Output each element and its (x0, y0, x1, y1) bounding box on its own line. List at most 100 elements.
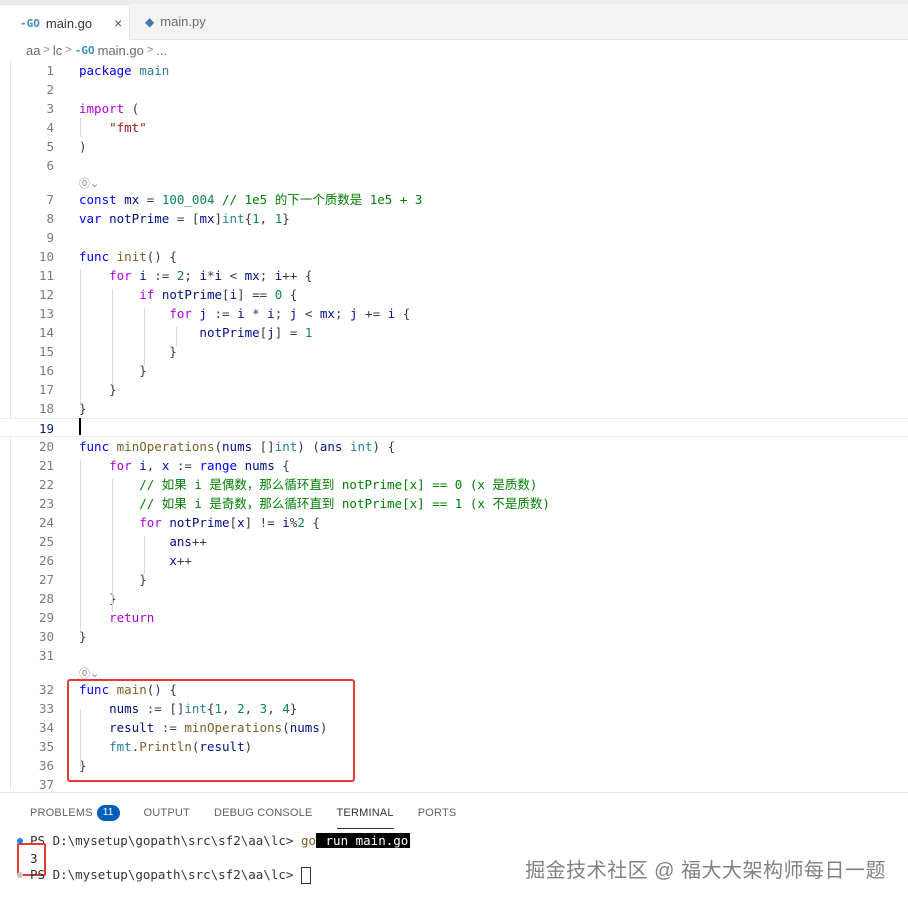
line-number: 29 (38, 610, 54, 625)
code-line[interactable]: 1 package main (0, 61, 908, 80)
line-number: 20 (38, 439, 54, 454)
code-line[interactable]: 8 var notPrime = [mx]int{1, 1} (0, 209, 908, 228)
code-line[interactable]: 29 return (0, 608, 908, 627)
code-text: // 如果 i 是奇数，那么循环直到 notPrime[x] == 1 (x 不… (139, 496, 550, 511)
code-text: package main (79, 63, 170, 78)
code-line[interactable]: 18} (0, 399, 908, 418)
line-number: 12 (38, 287, 54, 302)
code-line[interactable]: 9 (0, 228, 908, 247)
breadcrumb-item-symbol[interactable]: ... (156, 43, 167, 58)
line-number: 19 (38, 421, 54, 436)
watermark: 掘金技术社区 @ 福大大架构师每日一题 (525, 860, 886, 882)
breadcrumb-item-file[interactable]: main.go (98, 43, 144, 58)
code-line[interactable]: 3 import ( (0, 99, 908, 118)
line-number: 26 (38, 553, 54, 568)
indent-guide (80, 460, 81, 631)
indent-guide (176, 327, 177, 346)
terminal-command-args: run main.go (316, 833, 411, 848)
code-text: func init() { (79, 249, 177, 264)
code-text: const mx = 100_004 // 1e5 的下一个质数是 1e5 + … (79, 192, 423, 207)
line-number: 11 (38, 268, 54, 283)
code-line[interactable]: 22 // 如果 i 是偶数，那么循环直到 notPrime[x] == 0 (… (0, 475, 908, 494)
tab-main-go[interactable]: -GO main.go × (0, 4, 130, 41)
line-number: 5 (46, 139, 54, 154)
close-icon[interactable]: × (114, 15, 122, 31)
editor-tabs: -GO main.go × ◆ main.py (0, 4, 908, 41)
code-line[interactable]: 6 (0, 156, 908, 175)
tab-label: main.py (160, 14, 206, 29)
code-line[interactable]: 7 const mx = 100_004 // 1e5 的下一个质数是 1e5 +… (0, 190, 908, 209)
code-line[interactable]: 27 } (0, 570, 908, 589)
line-number: 34 (38, 720, 54, 735)
code-line[interactable]: 21 for i, x := range nums { (0, 456, 908, 475)
indent-guide (144, 308, 145, 365)
code-line[interactable]: 12 if notPrime[i] == 0 { (0, 285, 908, 304)
code-line[interactable]: 30} (0, 627, 908, 646)
bottom-panel: PROBLEMS 11 OUTPUT DEBUG CONSOLE TERMINA… (0, 792, 908, 904)
code-line[interactable]: 17 } (0, 380, 908, 399)
code-line[interactable]: 5) (0, 137, 908, 156)
line-number: 36 (38, 758, 54, 773)
tab-label: DEBUG CONSOLE (213, 807, 313, 819)
line-number: 27 (38, 572, 54, 587)
code-line[interactable]: 11 for i := 2; i*i < mx; i++ { (0, 266, 908, 285)
tab-label: PROBLEMS (30, 807, 93, 819)
indent-guide (80, 118, 81, 137)
line-number: 18 (38, 401, 54, 416)
code-text: } (79, 591, 117, 606)
go-file-icon: -GO (20, 16, 40, 30)
line-number: 10 (38, 249, 54, 264)
line-number: 8 (46, 211, 54, 226)
line-number: 30 (38, 629, 54, 644)
terminal-command-go: go (300, 833, 316, 848)
line-number: 2 (46, 82, 54, 97)
code-text: "fmt" (109, 120, 147, 135)
code-text: for notPrime[x] != i%2 { (139, 515, 320, 530)
indent-guide (112, 289, 113, 384)
code-line[interactable]: 25 ans++ (0, 532, 908, 551)
code-text: ) (79, 139, 87, 154)
chevron-right-icon: > (146, 44, 154, 56)
line-number: 23 (38, 496, 54, 511)
line-number: 31 (38, 648, 54, 663)
code-line[interactable]: 24 for notPrime[x] != i%2 { (0, 513, 908, 532)
line-number: 17 (38, 382, 54, 397)
tab-label: TERMINAL (336, 807, 394, 819)
line-number: 22 (38, 477, 54, 492)
chevron-right-icon: > (65, 44, 72, 56)
tab-problems[interactable]: PROBLEMS 11 (30, 803, 120, 823)
breadcrumb-item-lc[interactable]: lc (53, 43, 62, 58)
code-line[interactable]: 20 func minOperations(nums []int) (ans in… (0, 437, 908, 456)
terminal-cursor (300, 867, 311, 884)
code-line[interactable]: 26 x++ (0, 551, 908, 570)
code-line[interactable]: 15 } (0, 342, 908, 361)
breadcrumb-item-aa[interactable]: aa (26, 43, 40, 58)
line-number: 13 (38, 306, 54, 321)
code-lens-icon[interactable]: ⓪⌄ (79, 175, 99, 191)
tab-label: OUTPUT (143, 807, 190, 819)
code-line[interactable]: 16 } (0, 361, 908, 380)
tab-terminal[interactable]: TERMINAL (336, 803, 394, 829)
line-number: 33 (38, 701, 54, 716)
code-line[interactable]: 23 // 如果 i 是奇数，那么循环直到 notPrime[x] == 1 (… (0, 494, 908, 513)
annotation-box-main (67, 679, 355, 782)
tab-debug-console[interactable]: DEBUG CONSOLE (214, 803, 313, 823)
code-line[interactable]: 28 } (0, 589, 908, 608)
terminal-prompt: PS D:\mysetup\gopath\src\sf2\aa\lc> (30, 867, 301, 882)
code-line[interactable]: 14 notPrime[j] = 1 (0, 323, 908, 342)
tab-ports[interactable]: PORTS (418, 803, 457, 823)
code-line[interactable]: 13 for j := i * i; j < mx; j += i { (0, 304, 908, 323)
code-text: for i := 2; i*i < mx; i++ { (109, 268, 313, 283)
terminal-line-prompt[interactable]: PS D:\mysetup\gopath\src\sf2\aa\lc> (30, 867, 311, 884)
tab-main-py[interactable]: ◆ main.py (131, 4, 247, 39)
code-line[interactable]: 2 (0, 80, 908, 99)
code-line[interactable]: 31 (0, 646, 908, 665)
tab-output[interactable]: OUTPUT (144, 803, 190, 823)
terminal-command-pending-icon[interactable] (17, 872, 23, 878)
code-text: import ( (79, 101, 140, 116)
code-line[interactable]: 19 (0, 418, 908, 437)
line-number: 6 (46, 158, 54, 173)
code-text: } (79, 344, 177, 359)
code-line[interactable]: 10 func init() { (0, 247, 908, 266)
code-line[interactable]: 4 "fmt" (0, 118, 908, 137)
